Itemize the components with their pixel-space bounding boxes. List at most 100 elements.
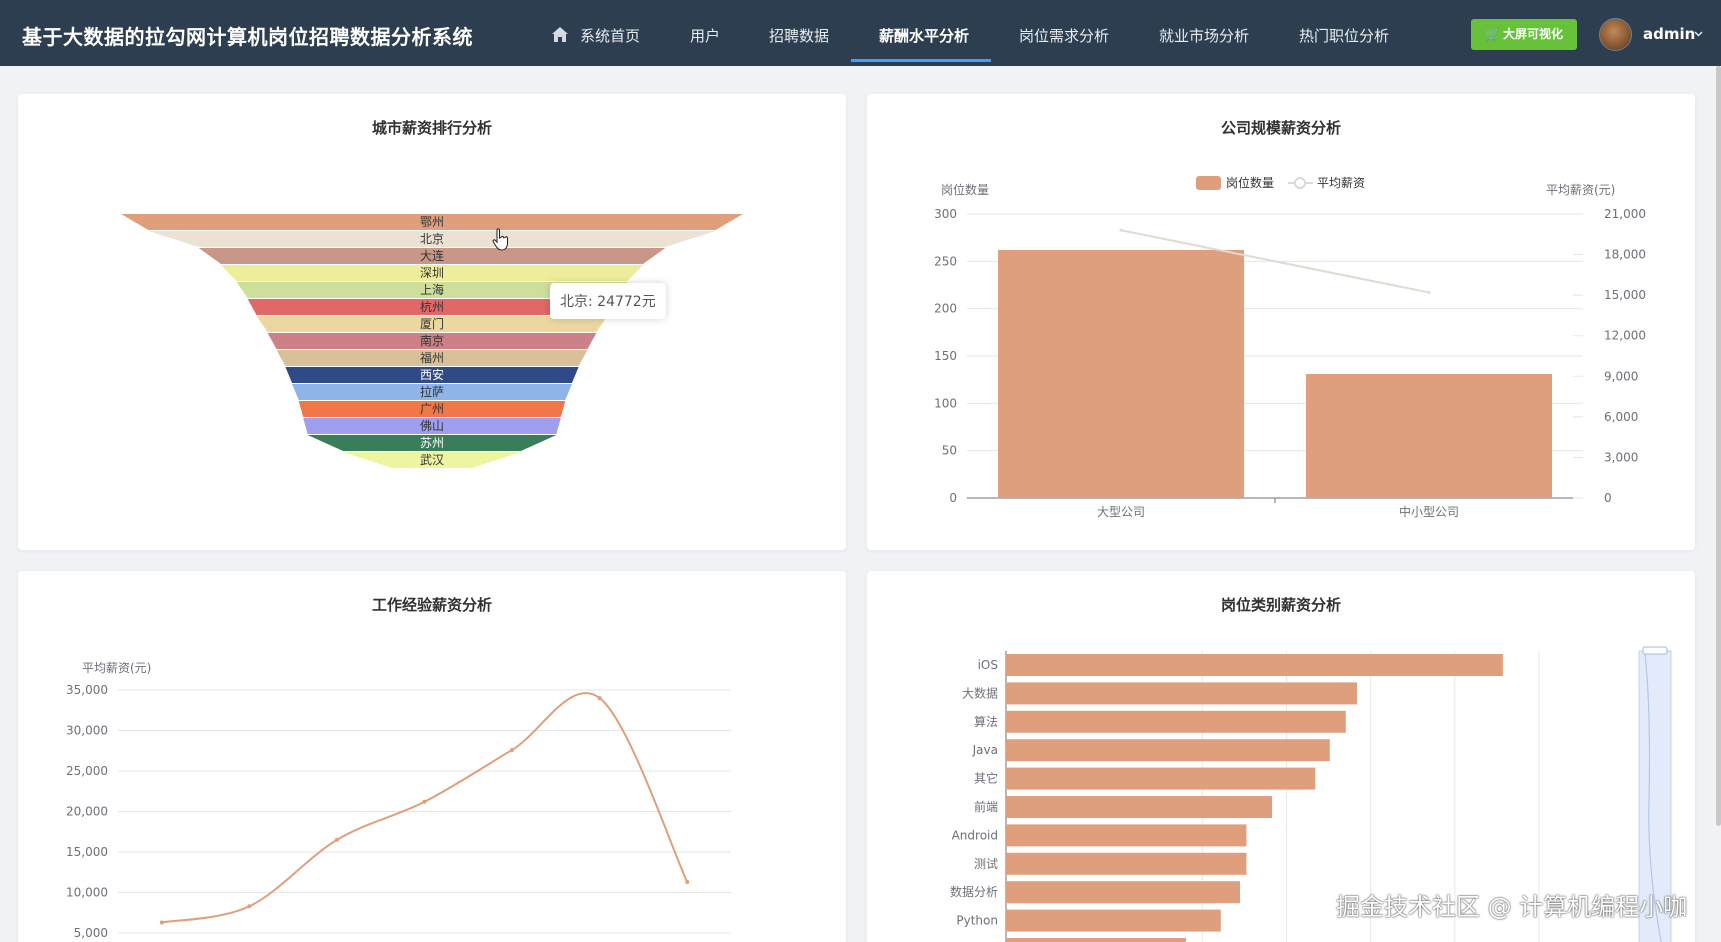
bar [1006,682,1358,705]
y-right-tick-label: 0 [1604,491,1612,505]
bar [998,249,1244,498]
username[interactable]: admin [1643,25,1695,43]
nav-market-analysis[interactable]: 就业市场分析 [1159,0,1249,66]
line-point [1119,228,1123,232]
y-tick-label: 0 [949,491,957,505]
line-point [685,879,690,884]
nav-demand-analysis[interactable]: 岗位需求分析 [1019,0,1109,66]
nav-users[interactable]: 用户 [690,0,720,66]
line-point [510,747,515,752]
bar [1006,767,1316,790]
line-point [597,696,602,701]
bar [1006,654,1503,676]
y-tick-label: 15,000 [66,845,108,859]
legend-swatch-bar [1196,176,1221,190]
active-tab-indicator [851,59,991,62]
avatar[interactable] [1599,18,1632,51]
cart-icon: 🛒 [1485,27,1500,41]
hand-cursor-icon [492,228,508,251]
y-tick-label: iOS [978,658,998,672]
y-right-tick-label: 9,000 [1604,369,1638,383]
y-right-tick-label: 12,000 [1604,329,1646,343]
line-point [1427,290,1431,294]
line-point [334,837,339,842]
legend-swatch-dot [1294,177,1306,189]
y-tick-label: 50 [942,444,957,458]
y-tick-label: 25,000 [66,764,108,778]
home-icon[interactable] [552,27,568,42]
page-scrollbar[interactable] [1716,66,1721,826]
y-tick-label: 测试 [974,856,998,871]
nav-recruit-data[interactable]: 招聘数据 [769,0,829,66]
y-right-axis-label: 平均薪资(元) [1546,183,1615,197]
line-point [422,799,427,804]
y-tick-label: 100 [934,396,957,410]
experience-line [161,692,689,924]
y-tick-label: 数据分析 [950,884,998,899]
funnel-label: 佛山 [420,419,444,433]
nav-home[interactable]: 系统首页 [580,0,640,66]
legend-label: 岗位数量 [1226,175,1274,190]
funnel-label: 苏州 [420,436,444,450]
app-title: 基于大数据的拉勾网计算机岗位招聘数据分析系统 [22,25,473,49]
bar [1306,373,1552,498]
chart-tooltip: 北京: 24772元 [550,283,666,319]
bar [1006,938,1186,942]
x-tick-label: 大型公司 [1097,505,1145,519]
city-salary-card: 城市薪资排行分析 鄂州 北京 大连 深圳 上海 杭州 厦门 南京 福州 西安 拉萨 广州 佛山 苏州 武汉 [18,94,846,550]
y-right-tick-label: 6,000 [1604,410,1638,424]
bar [1006,796,1273,818]
y-tick-label: 算法 [974,714,998,729]
x-tick-label: 中小型公司 [1399,504,1459,519]
company-size-chart[interactable]: 0 50 100 150 200 250 300 0 3,000 6,000 9,000 12,000… [867,94,1695,550]
line-point [247,904,252,909]
y-right-tick-label: 15,000 [1604,288,1646,302]
y-tick-label: 250 [934,254,957,268]
funnel-label: 广州 [420,402,444,416]
top-navbar: 基于大数据的拉勾网计算机岗位招聘数据分析系统 系统首页 用户 招聘数据 薪酬水平… [0,0,1721,66]
y-tick-label: 5,000 [74,926,108,940]
legend-label: 平均薪资 [1317,176,1365,190]
funnel-label: 北京 [420,232,444,246]
bigscreen-button[interactable]: 🛒 大屏可视化 [1471,19,1577,50]
chevron-down-icon[interactable] [1694,29,1703,38]
line-point [159,920,164,925]
y-tick-label: 200 [934,302,957,316]
company-size-card: 公司规模薪资分析 0 50 100 150 200 250 300 0 3,000 6,000 9,… [867,94,1695,550]
nav-hot-jobs[interactable]: 热门职位分析 [1299,0,1389,66]
funnel-label: 武汉 [420,453,444,467]
bar [1006,881,1241,904]
y-tick-label: 300 [934,207,957,221]
funnel-label: 深圳 [420,266,444,280]
experience-salary-card: 工作经验薪资分析 5,000 10,000 15,000 20,000 25,000 30… [18,571,846,942]
y-right-tick-label: 3,000 [1604,450,1638,464]
bar [1006,909,1221,932]
funnel-label: 大连 [420,248,444,263]
nav-salary-analysis[interactable]: 薪酬水平分析 [879,0,969,66]
y-tick-label: 其它 [974,771,998,786]
city-salary-funnel[interactable]: 鄂州北京大连深圳上海杭州厦门南京福州西安拉萨广州佛山苏州武汉 [18,94,846,550]
y-tick-label: Java [972,743,998,757]
bar [1006,710,1346,733]
funnel-label: 上海 [420,282,444,297]
y-tick-label: 150 [934,349,957,363]
y-tick-label: 30,000 [66,724,108,738]
experience-salary-chart[interactable]: 5,000 10,000 15,000 20,000 25,000 30,000 35,00… [18,571,846,942]
y-tick-label: 大数据 [962,685,998,700]
y-right-tick-label: 21,000 [1604,207,1646,221]
bar [1006,824,1247,847]
y-tick-label: Android [952,828,998,842]
funnel-label: 拉萨 [420,384,444,399]
funnel-label: 杭州 [420,299,444,314]
bigscreen-label: 大屏可视化 [1502,27,1563,41]
y-tick-label: 前端 [974,799,998,814]
y-axis-label: 岗位数量 [941,182,989,197]
watermark: 掘金技术社区 @ 计算机编程小咖 [1336,893,1688,921]
y-axis-label: 平均薪资(元) [82,661,151,675]
y-tick-label: 10,000 [66,886,108,900]
funnel-label: 南京 [420,333,444,348]
funnel-label: 厦门 [420,316,444,331]
y-right-tick-label: 18,000 [1604,248,1646,262]
bar [1006,852,1247,875]
zoom-slider-handle [1642,646,1668,655]
